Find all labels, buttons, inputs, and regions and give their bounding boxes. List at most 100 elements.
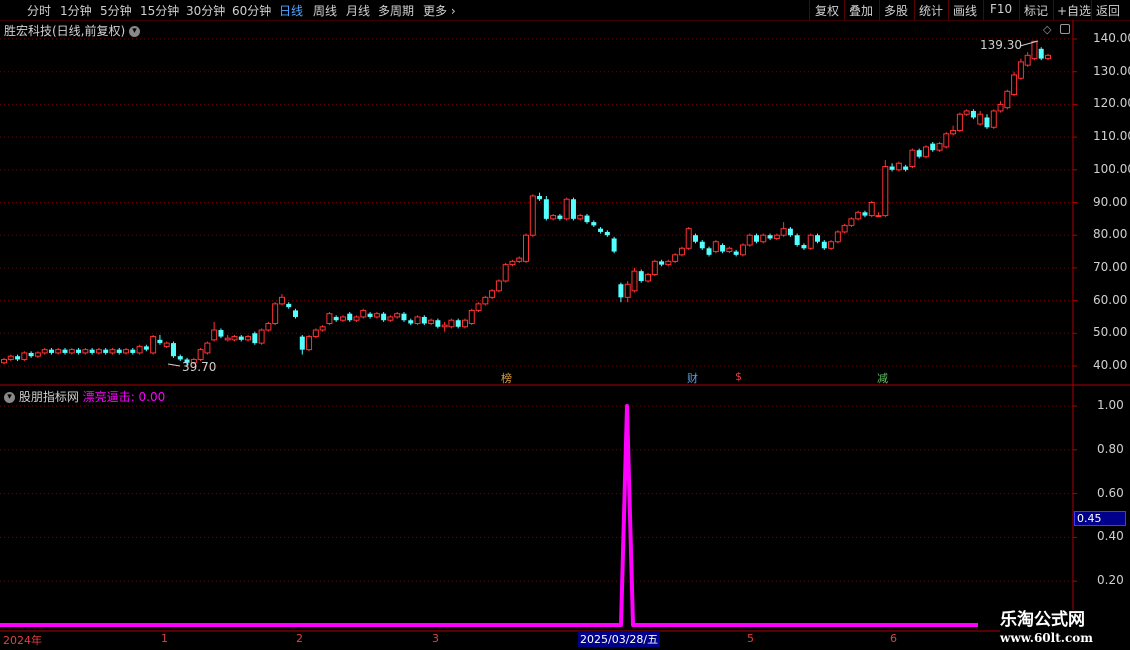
candle-body-down	[116, 349, 122, 353]
candle-body-up	[848, 218, 855, 226]
candle-body-up	[136, 345, 143, 354]
watermark-url: www.60lt.com	[1000, 631, 1093, 645]
candle-body-down	[611, 238, 617, 252]
date-start-label: 2024年	[3, 634, 42, 647]
candle-body-up	[489, 290, 496, 298]
candle-body-up	[882, 166, 889, 217]
candle-body-up	[685, 228, 692, 249]
candle-body-down	[130, 349, 136, 353]
candle-body-down	[584, 215, 590, 223]
candle-body-up	[265, 322, 272, 331]
candle-body-up	[895, 162, 902, 171]
candle-body-down	[604, 231, 610, 236]
price-tick-label: 50.00	[1093, 325, 1128, 340]
candle-body-up	[922, 146, 929, 158]
cursor-date-label: 2025/03/28/五	[578, 631, 661, 647]
candle-body-up	[41, 349, 48, 354]
candle-body-down	[333, 316, 339, 321]
candle-body-up	[963, 110, 970, 115]
candle-body-down	[862, 212, 868, 216]
candle-body-down	[692, 235, 698, 242]
candle-body-up	[468, 309, 475, 324]
candle-body-up	[631, 270, 638, 292]
watermark-title: 乐淘公式网	[1000, 610, 1085, 630]
candle-body-up	[997, 103, 1004, 112]
candle-body-up	[306, 336, 313, 351]
candle-body-up	[495, 280, 502, 292]
candle-body-up	[977, 113, 984, 125]
candle-body-down	[794, 235, 800, 246]
candle-body-up	[428, 319, 435, 324]
candle-body-down	[103, 349, 109, 353]
candle-body-up	[943, 133, 950, 148]
candle-body-down	[930, 143, 936, 151]
candle-body-down	[76, 349, 82, 353]
indicator-tick-label: 0.40	[1097, 529, 1124, 544]
candle-body-down	[286, 303, 292, 308]
price-tick-label: 40.00	[1093, 358, 1128, 372]
candle-body-up	[665, 260, 672, 266]
event-marker-reduce[interactable]: 减	[877, 370, 888, 386]
candle-body-up	[245, 336, 252, 341]
month-label: 6	[890, 632, 897, 645]
event-marker-finance[interactable]: 财	[687, 370, 698, 386]
candle-body-up	[990, 110, 997, 128]
candle-body-up	[956, 113, 963, 132]
candle-body-down	[381, 313, 387, 321]
watermark: 乐淘公式网 www.60lt.com	[1000, 610, 1130, 650]
candle-body-up	[523, 234, 529, 262]
event-marker-dividend[interactable]: $	[735, 370, 742, 383]
indicator-tick-label: 0.20	[1097, 573, 1124, 588]
candle-body-down	[238, 336, 244, 340]
candle-body-up	[739, 244, 746, 256]
candle-body-down	[537, 195, 543, 200]
candle-body-up	[875, 215, 882, 218]
candle-body-up	[109, 349, 116, 354]
candle-body-down	[970, 110, 976, 118]
chart-canvas[interactable]	[0, 0, 1130, 650]
candle-body-down	[28, 352, 34, 357]
candle-body-down	[618, 284, 624, 298]
candle-body-up	[360, 309, 367, 318]
candle-body-up	[312, 329, 319, 338]
candle-body-up	[577, 215, 584, 220]
candle-body-up	[1004, 90, 1011, 109]
candle-body-down	[143, 346, 149, 350]
price-tick-label: 120.00	[1093, 96, 1130, 111]
candle-body-down	[557, 215, 563, 219]
candle-body-down	[903, 166, 909, 170]
candle-body-down	[62, 349, 68, 353]
candle-body-up	[726, 247, 733, 253]
cursor-value-box: 0.45	[1074, 511, 1126, 526]
candle-body-down	[48, 349, 54, 353]
candle-body-up	[1017, 61, 1024, 79]
candle-body-down	[570, 199, 576, 219]
candle-body-down	[801, 245, 807, 249]
high-price-label: 139.30	[980, 38, 1022, 52]
candle-body-up	[339, 316, 346, 321]
candle-body-up	[461, 319, 468, 328]
indicator-line	[0, 404, 978, 627]
candle-body-down	[455, 320, 461, 327]
candle-body-up	[278, 296, 285, 305]
candle-body-up	[760, 234, 767, 243]
candle-body-up	[394, 313, 401, 318]
price-tick-label: 80.00	[1093, 227, 1128, 242]
candle-body-down	[543, 199, 549, 219]
candle-body-down	[720, 245, 726, 252]
candle-body-up	[950, 130, 957, 135]
candle-body-up	[482, 296, 489, 305]
candle-body-up	[68, 349, 75, 354]
candle-body-down	[821, 241, 827, 249]
candle-body-up	[387, 316, 394, 321]
candle-body-up	[529, 195, 536, 236]
candle-body-down	[157, 339, 163, 344]
candle-body-up	[95, 349, 102, 354]
candle-body-up	[780, 228, 787, 236]
candle-body-up	[841, 224, 848, 233]
candle-body-up	[224, 337, 231, 341]
candle-body-down	[699, 241, 705, 249]
candle-body-up	[909, 149, 916, 168]
event-marker-rank[interactable]: 榜	[501, 370, 512, 386]
indicator-tick-label: 1.00	[1097, 398, 1124, 412]
